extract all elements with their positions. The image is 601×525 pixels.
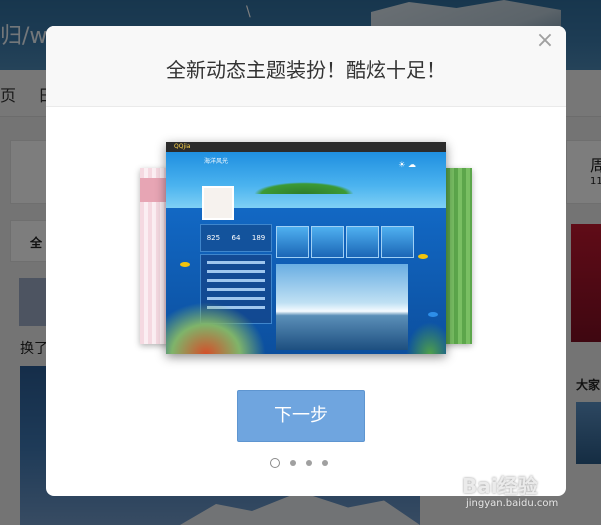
preview-surfer-photo — [276, 264, 408, 350]
watermark-logo-text: Bai经验 — [462, 474, 538, 498]
theme-preview-image: QQjia 海洋风光 ☀ ☁ 825 64 189 — [166, 142, 446, 354]
preview-fish — [428, 312, 438, 317]
preview-avatar — [202, 186, 234, 220]
preview-island — [254, 182, 354, 194]
preview-topbar: QQjia — [166, 142, 446, 152]
preview-fish — [418, 254, 428, 259]
theme-intro-modal: 全新动态主题装扮！酷炫十足！ × QQjia 海洋风光 ☀ ☁ 825 64 1… — [46, 26, 566, 496]
preview-stat: 189 — [251, 234, 266, 242]
preview-fish — [180, 262, 190, 267]
close-icon[interactable]: × — [534, 30, 556, 52]
preview-coral-right — [406, 322, 446, 354]
modal-title: 全新动态主题装扮！酷炫十足！ — [166, 58, 446, 82]
next-step-button[interactable]: 下一步 — [237, 390, 365, 442]
preview-coral-left — [166, 302, 266, 354]
carousel-dot[interactable] — [322, 460, 328, 466]
baidu-watermark: Bai经验 jingyan.baidu.com — [460, 466, 596, 518]
preview-stats: 825 64 189 — [200, 224, 272, 252]
preview-weather-icons: ☀ ☁ — [398, 160, 416, 169]
theme-preview-carousel: QQjia 海洋风光 ☀ ☁ 825 64 189 — [140, 142, 472, 354]
preview-thumbnails — [276, 226, 414, 258]
modal-header: 全新动态主题装扮！酷炫十足！ × — [46, 26, 566, 107]
carousel-dot[interactable] — [306, 460, 312, 466]
preview-space-name: 海洋风光 — [204, 158, 229, 165]
carousel-dot-active[interactable] — [270, 458, 280, 468]
carousel-dot[interactable] — [290, 460, 296, 466]
watermark-url: jingyan.baidu.com — [466, 498, 559, 509]
preview-stat: 825 — [206, 234, 221, 242]
carousel-dots — [270, 458, 328, 468]
preview-stat: 64 — [231, 234, 241, 242]
